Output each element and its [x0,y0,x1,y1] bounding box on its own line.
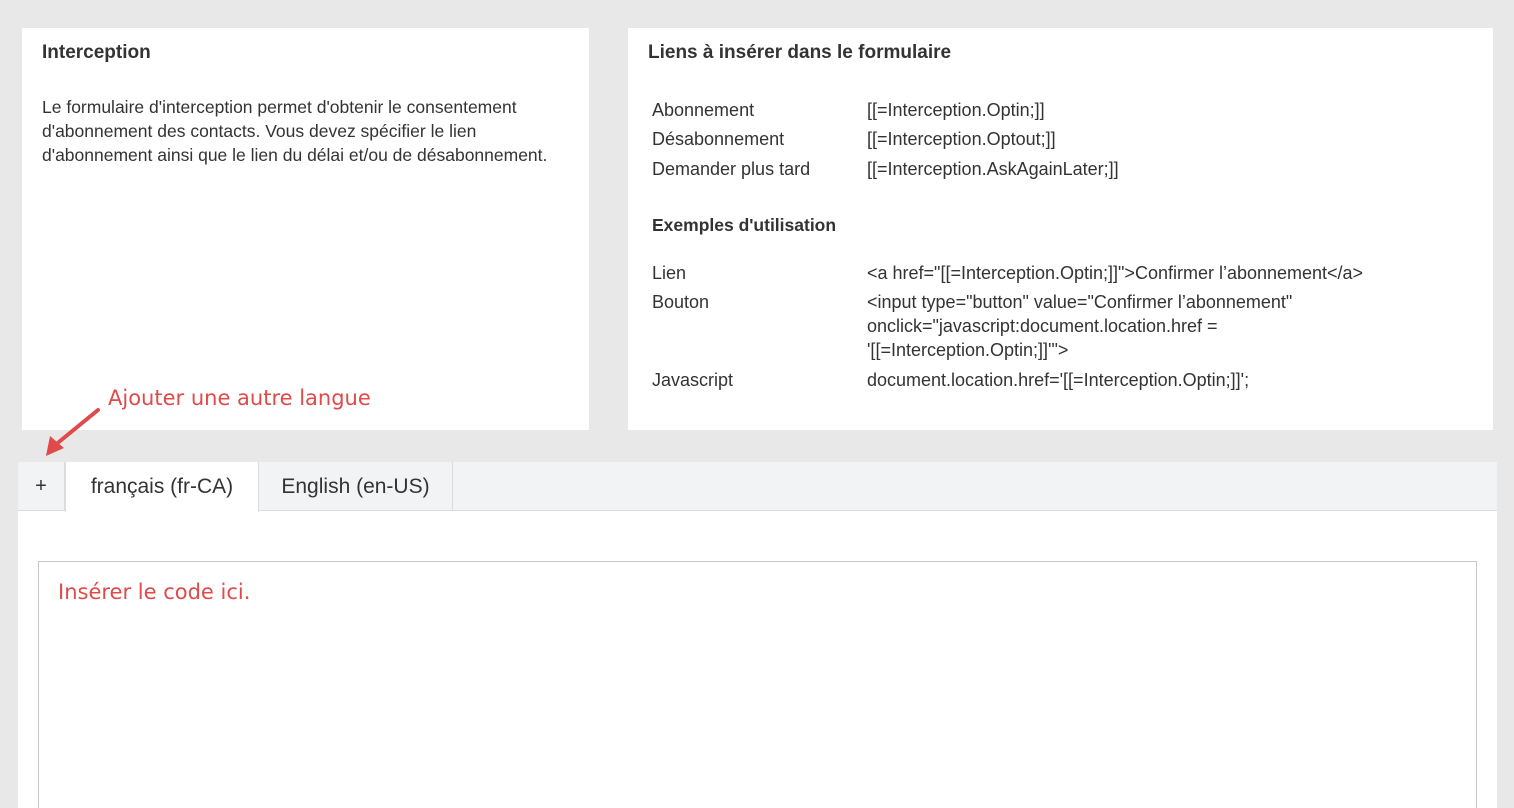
tab-en-us[interactable]: English (en-US) [259,462,453,511]
link-label: Abonnement [652,100,755,120]
example-label: Lien [652,263,687,283]
example-row-link: Lien <a href="[[=Interception.Optin;]]">… [652,261,1427,285]
add-language-button[interactable]: + [18,462,65,511]
interception-panel: Interception Le formulaire d'interceptio… [22,28,589,430]
link-row-optin: Abonnement [[=Interception.Optin;]] [652,98,1427,122]
tab-fr-ca[interactable]: français (fr-CA) [65,462,259,512]
example-value: <input type="button" value="Confirmer l’… [867,292,1293,360]
example-value: <a href="[[=Interception.Optin;]]">Confi… [867,263,1364,283]
link-value: [[=Interception.Optin;]] [867,100,1045,120]
language-tab-bar: + français (fr-CA) English (en-US) [18,462,1497,512]
interception-description: Le formulaire d'interception permet d'ob… [42,97,548,165]
links-panel: Liens à insérer dans le formulaire Abonn… [628,28,1493,430]
add-language-annotation: Ajouter une autre langue [108,386,371,410]
example-row-button: Bouton <input type="button" value="Confi… [652,290,1337,362]
link-row-ask-later: Demander plus tard [[=Interception.AskAg… [652,157,1427,181]
language-tabs-area: + français (fr-CA) English (en-US) Insér… [18,462,1497,808]
link-value: [[=Interception.AskAgainLater;]] [867,159,1119,179]
example-row-javascript: Javascript document.location.href='[[=In… [652,368,1427,392]
code-editor[interactable]: Insérer le code ici. [38,561,1477,808]
link-value: [[=Interception.Optout;]] [867,129,1056,149]
links-title: Liens à insérer dans le formulaire [648,42,952,63]
link-label: Demander plus tard [652,159,811,179]
annotation-arrow-icon [40,404,104,460]
example-label: Javascript [652,370,734,390]
examples-title: Exemples d'utilisation [652,215,837,235]
link-label: Désabonnement [652,129,785,149]
interception-title: Interception [42,42,151,63]
editor-placeholder-note: Insérer le code ici. [58,580,251,604]
example-value: document.location.href='[[=Interception.… [867,370,1250,390]
example-label: Bouton [652,292,710,312]
link-row-optout: Désabonnement [[=Interception.Optout;]] [652,127,1427,151]
